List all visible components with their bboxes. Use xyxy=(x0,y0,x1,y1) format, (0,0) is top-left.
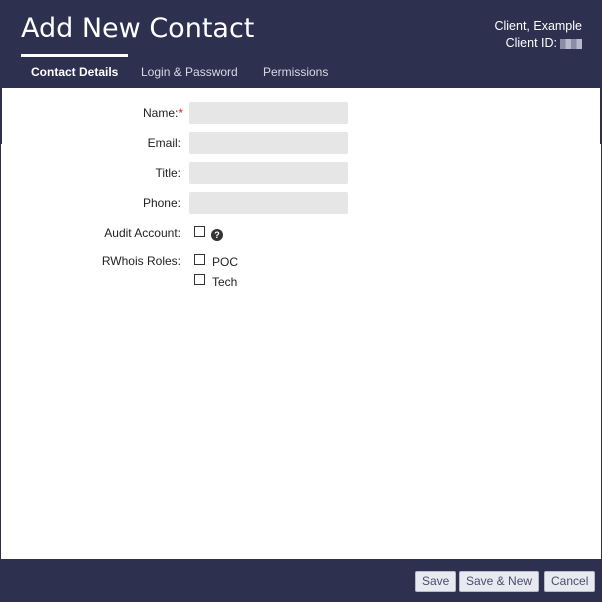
title-row: Title: xyxy=(1,162,601,184)
client-info: Client, Example Client ID: xyxy=(494,18,582,52)
required-marker: * xyxy=(178,106,183,120)
name-label: Name:* xyxy=(143,106,183,120)
name-input[interactable] xyxy=(189,102,348,124)
help-icon[interactable]: ? xyxy=(211,229,223,241)
poc-label: POC xyxy=(212,255,239,269)
email-row: Email: xyxy=(1,132,601,154)
name-label-text: Name: xyxy=(142,106,179,120)
email-input[interactable] xyxy=(189,132,348,154)
title-label: Title: xyxy=(155,166,181,180)
client-id-label: Client ID: xyxy=(505,36,557,50)
tech-checkbox[interactable] xyxy=(194,274,205,285)
tab-login-password[interactable]: Login & Password xyxy=(141,65,238,79)
client-name: Client, Example xyxy=(494,19,582,33)
dialog-header: Add New Contact Client, Example Client I… xyxy=(1,1,601,88)
dialog-footer: Save Save & New Cancel xyxy=(1,559,601,601)
cancel-button[interactable]: Cancel xyxy=(544,571,596,592)
name-row: Name:* xyxy=(1,102,601,124)
rwhois-row: RWhois Roles: POC Tech xyxy=(1,251,601,291)
save-button[interactable]: Save xyxy=(415,571,457,592)
email-label: Email: xyxy=(147,136,181,150)
client-id-redacted xyxy=(560,38,582,49)
client-id-row: Client ID: xyxy=(494,35,582,52)
audit-label: Audit Account: xyxy=(104,226,181,240)
poc-checkbox[interactable] xyxy=(194,254,205,265)
audit-row: Audit Account: ? xyxy=(1,223,601,245)
phone-label: Phone: xyxy=(142,196,181,210)
tech-label: Tech xyxy=(212,275,238,289)
tab-permissions[interactable]: Permissions xyxy=(263,65,328,79)
audit-account-checkbox[interactable] xyxy=(194,226,205,237)
title-underline xyxy=(21,54,128,57)
dialog-title: Add New Contact xyxy=(21,13,255,44)
add-contact-dialog: Add New Contact Client, Example Client I… xyxy=(0,0,602,602)
phone-row: Phone: xyxy=(1,192,601,214)
save-and-new-button[interactable]: Save & New xyxy=(459,571,540,592)
rwhois-label: RWhois Roles: xyxy=(101,254,181,268)
phone-input[interactable] xyxy=(189,192,348,214)
tab-contact-details[interactable]: Contact Details xyxy=(31,65,118,79)
title-input[interactable] xyxy=(189,162,348,184)
